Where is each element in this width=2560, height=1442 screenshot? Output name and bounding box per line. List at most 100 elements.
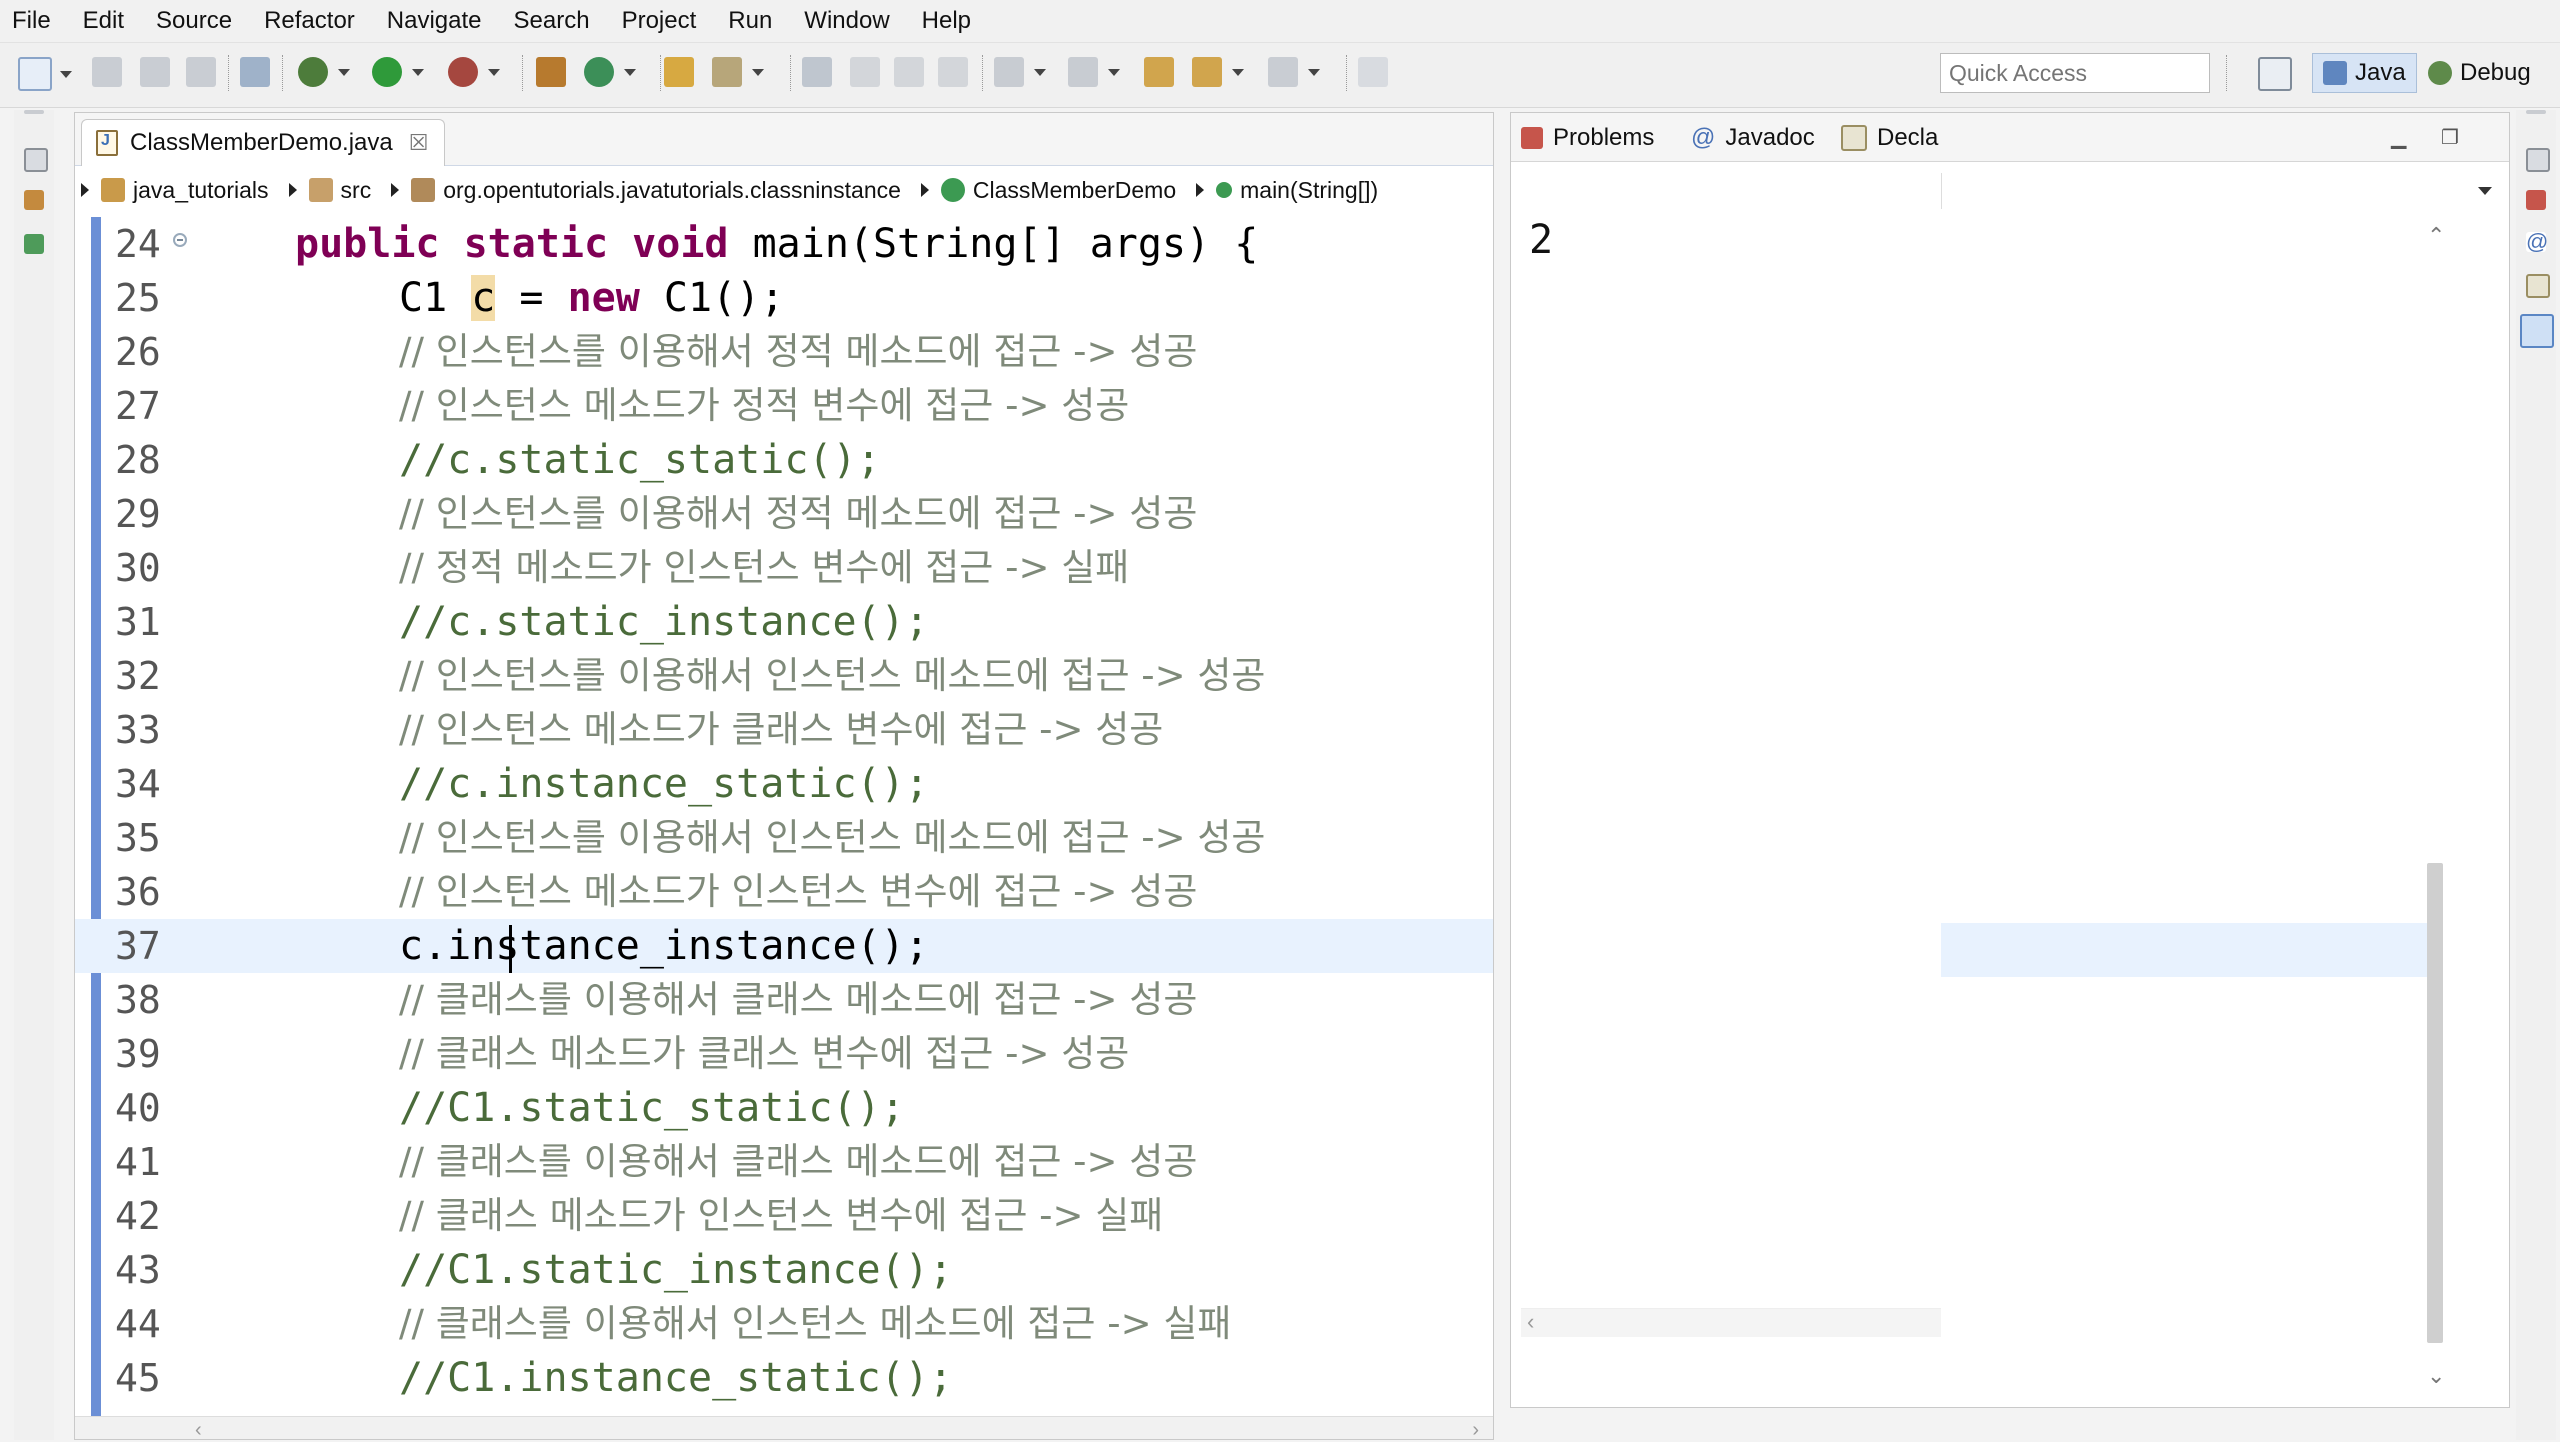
maximize-icon[interactable]: ❐ [2441,125,2459,150]
type-hierarchy-icon[interactable] [24,234,44,254]
search-icon[interactable] [712,57,764,87]
code-line[interactable]: 44 // 클래스를 이용해서 인스턴스 메소드에 접근 -> 실패 [75,1297,1493,1351]
output-text: 2 [1529,217,1554,263]
next-annotation-icon[interactable] [994,57,1046,87]
perspective-debug[interactable]: Debug [2418,53,2541,93]
declaration-icon[interactable] [2526,274,2550,298]
source-folder-icon [308,178,333,202]
open-type-icon[interactable] [664,57,694,87]
back-icon[interactable] [1192,57,1244,87]
run-icon[interactable] [372,57,424,87]
skip-breakpoints-icon[interactable] [240,57,270,87]
chevron-right-icon [920,183,929,197]
code-line[interactable]: 24 public static void main(String[] args… [75,217,1493,271]
menu-project[interactable]: Project [608,7,715,35]
scroll-right-icon[interactable]: › [1472,1419,1479,1442]
scrollbar-thumb[interactable] [2427,863,2443,1343]
editor-tab-classmemberdemo[interactable]: ClassMemberDemo.java ☒ [81,119,446,166]
breadcrumb-project[interactable]: java_tutorials [75,177,269,204]
previous-annotation-icon[interactable] [1068,57,1120,87]
code-line[interactable]: 34 //c.instance_static(); [75,757,1493,811]
view-menu-dropdown[interactable] [1941,173,2498,209]
toggle-block-selection-icon[interactable] [850,57,880,87]
code-line[interactable]: 38 // 클래스를 이용해서 클래스 메소드에 접근 -> 성공 [75,973,1493,1027]
code-line[interactable]: 33 // 인스턴스 메소드가 클래스 변수에 접근 -> 성공 [75,703,1493,757]
fold-collapse-icon[interactable] [173,233,187,247]
code-editor[interactable]: 24 public static void main(String[] args… [75,217,1493,1429]
code-line[interactable]: 30 // 정적 메소드가 인스턴스 변수에 접근 -> 실패 [75,541,1493,595]
trim-handle[interactable] [24,110,44,114]
code-text: public static void main(String[] args) { [295,221,1259,267]
editor-horizontal-scrollbar[interactable]: ‹ › [75,1416,1493,1442]
code-line[interactable]: 41 // 클래스를 이용해서 클래스 메소드에 접근 -> 성공 [75,1135,1493,1189]
breadcrumb-src[interactable]: src [283,177,371,204]
menu-navigate[interactable]: Navigate [373,7,500,35]
forward-icon[interactable] [1268,57,1320,87]
debug-icon[interactable] [298,57,350,87]
menu-source[interactable]: Source [142,7,250,35]
javadoc-icon[interactable]: @ [2526,231,2548,253]
code-line[interactable]: 42 // 클래스 메소드가 인스턴스 변수에 접근 -> 실패 [75,1189,1493,1243]
package-explorer-icon[interactable] [24,190,44,210]
save-all-icon[interactable] [140,57,170,87]
code-line[interactable]: 26 // 인스턴스를 이용해서 정적 메소드에 접근 -> 성공 [75,325,1493,379]
code-line[interactable]: 25 C1 c = new C1(); [75,271,1493,325]
scroll-up-icon[interactable]: ⌃ [2427,223,2445,249]
perspective-java[interactable]: Java [2312,53,2417,93]
show-whitespace-icon[interactable] [894,57,924,87]
minimize-icon[interactable]: ▁ [2391,125,2406,150]
menu-run[interactable]: Run [714,7,790,35]
code-line[interactable]: 28 //c.static_static(); [75,433,1493,487]
last-edit-location-icon[interactable] [1144,57,1174,87]
new-wizard-icon[interactable] [18,57,72,91]
menu-window[interactable]: Window [790,7,907,35]
trim-handle[interactable] [2526,110,2546,114]
scroll-left-icon[interactable]: ‹ [195,1419,202,1442]
breadcrumb-method[interactable]: main(String[]) [1190,177,1378,204]
save-icon[interactable] [92,57,122,87]
tab-declaration[interactable]: Decla [1841,121,1938,155]
new-java-class-icon[interactable] [584,57,636,87]
code-line[interactable]: 45 //C1.instance_static(); [75,1351,1493,1405]
menu-refactor[interactable]: Refactor [250,7,373,35]
code-line[interactable]: 43 //C1.static_instance(); [75,1243,1493,1297]
restore-icon[interactable] [24,148,48,172]
code-line[interactable]: 32 // 인스턴스를 이용해서 인스턴스 메소드에 접근 -> 성공 [75,649,1493,703]
menu-edit[interactable]: Edit [69,7,142,35]
menu-file[interactable]: File [0,7,69,35]
code-line[interactable]: 31 //c.static_instance(); [75,595,1493,649]
restore-icon[interactable] [2526,148,2550,172]
run-external-tools-icon[interactable] [448,57,500,87]
code-line[interactable]: 29 // 인스턴스를 이용해서 정적 메소드에 접근 -> 성공 [75,487,1493,541]
quick-access-input[interactable] [1940,53,2210,93]
menu-search[interactable]: Search [500,7,608,35]
comment-text: // 인스턴스 메소드가 클래스 변수에 접근 -> 성공 [399,708,1164,751]
scroll-left-icon[interactable]: ‹ [1527,1309,1534,1335]
perspective-java-label: Java [2355,59,2406,86]
views-horizontal-scrollbar[interactable]: ‹ [1521,1308,1941,1337]
pin-editor-icon[interactable] [1358,57,1388,87]
scroll-down-icon[interactable]: ⌄ [2427,1363,2445,1389]
new-java-package-icon[interactable] [536,57,566,87]
breadcrumb-class-label: ClassMemberDemo [972,176,1177,203]
breadcrumb-package[interactable]: org.opentutorials.javatutorials.classnin… [385,177,901,204]
open-perspective-icon[interactable] [2258,57,2292,91]
views-vertical-scrollbar[interactable]: ⌃ ⌄ [2421,223,2449,1393]
breadcrumb-class[interactable]: ClassMemberDemo [915,177,1176,204]
code-line[interactable]: 40 //C1.static_static(); [75,1081,1493,1135]
print-icon[interactable] [186,57,216,87]
tab-javadoc[interactable]: @ Javadoc [1691,121,1815,155]
console-icon[interactable] [2520,314,2554,348]
tab-problems[interactable]: Problems [1521,121,1654,155]
code-line[interactable]: 27 // 인스턴스 메소드가 정적 변수에 접근 -> 성공 [75,379,1493,433]
code-line[interactable]: 39 // 클래스 메소드가 클래스 변수에 접근 -> 성공 [75,1027,1493,1081]
line-number: 29 [115,492,161,536]
close-icon[interactable]: ☒ [409,130,429,156]
code-line[interactable]: 35 // 인스턴스를 이용해서 인스턴스 메소드에 접근 -> 성공 [75,811,1493,865]
code-line[interactable]: 36 // 인스턴스 메소드가 인스턴스 변수에 접근 -> 성공 [75,865,1493,919]
code-line-current[interactable]: 37 c.instance_instance(); [75,919,1493,973]
toggle-mark-occurrences-icon[interactable] [802,57,832,87]
menu-help[interactable]: Help [908,7,989,35]
problems-icon[interactable] [2526,190,2546,210]
show-source-only-icon[interactable] [938,57,968,87]
